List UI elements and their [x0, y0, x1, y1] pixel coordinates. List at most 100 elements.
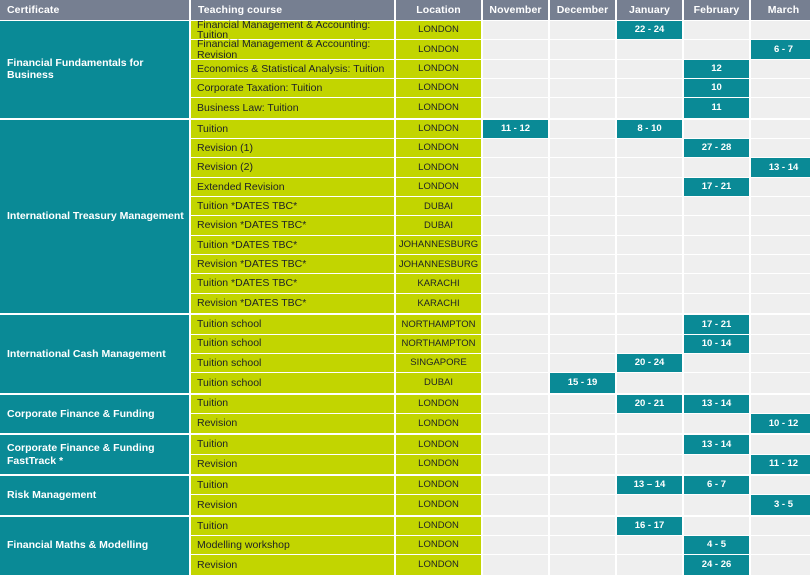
- column-header-location: Location: [396, 0, 481, 20]
- empty-cell-december: [550, 255, 615, 274]
- empty-cell-november: [483, 139, 548, 158]
- table-row: Financial Management & Accounting: Revis…: [191, 39, 810, 60]
- date-cell-january: 8 - 10: [617, 119, 682, 139]
- empty-cell-march: [751, 177, 810, 197]
- empty-cell-january: [617, 315, 682, 334]
- empty-cell-march: [751, 216, 810, 235]
- empty-cell-march: [751, 79, 810, 98]
- empty-cell-november: [483, 475, 548, 495]
- course-schedule-table: Certificate Teaching course Location Nov…: [0, 0, 810, 575]
- location-cell: NORTHAMPTON: [396, 334, 481, 353]
- course-name-cell: Extended Revision: [191, 177, 394, 197]
- location-cell: KARACHI: [396, 293, 481, 314]
- empty-cell-march: [751, 373, 810, 393]
- location-cell: LONDON: [396, 516, 481, 535]
- table-row: Tuition school DUBAI 15 - 19: [191, 373, 810, 393]
- course-name-cell: Business Law: Tuition: [191, 98, 394, 118]
- empty-cell-january: [617, 139, 682, 158]
- date-cell-march: 11 - 12: [751, 454, 810, 474]
- location-cell: LONDON: [396, 394, 481, 413]
- date-cell-february: 12: [684, 59, 749, 79]
- location-cell: LONDON: [396, 139, 481, 158]
- empty-cell-december: [550, 98, 615, 118]
- table-row: Tuition *DATES TBC* KARACHI: [191, 274, 810, 293]
- empty-cell-november: [483, 535, 548, 555]
- empty-cell-february: [684, 197, 749, 216]
- empty-cell-january: [617, 454, 682, 474]
- table-row: Corporate Taxation: Tuition LONDON 10: [191, 79, 810, 98]
- course-rows: Tuition LONDON 20 - 21 13 - 14 Revision LONDO…: [191, 394, 810, 434]
- empty-cell-november: [483, 40, 548, 59]
- empty-cell-january: [617, 40, 682, 59]
- course-rows: Financial Management & Accounting: Tuiti…: [191, 19, 810, 118]
- column-header-february: February: [684, 0, 749, 20]
- course-rows: Tuition LONDON 16 - 17 Modelling workshop LO…: [191, 516, 810, 575]
- empty-cell-december: [550, 21, 615, 40]
- empty-cell-november: [483, 158, 548, 177]
- empty-cell-november: [483, 293, 548, 314]
- empty-cell-november: [483, 79, 548, 98]
- date-cell-march: 13 - 14: [751, 158, 810, 177]
- certificate-name-cell: Risk Management: [0, 475, 189, 515]
- table-row: Extended Revision LONDON 17 - 21: [191, 177, 810, 197]
- column-header-january: January: [617, 0, 682, 20]
- table-row: Revision LONDON 3 - 5: [191, 495, 810, 515]
- date-cell-february: 10: [684, 79, 749, 98]
- empty-cell-december: [550, 535, 615, 555]
- empty-cell-november: [483, 21, 548, 40]
- empty-cell-december: [550, 158, 615, 177]
- location-cell: NORTHAMPTON: [396, 315, 481, 334]
- empty-cell-february: [684, 413, 749, 434]
- empty-cell-february: [684, 373, 749, 393]
- course-rows: Tuition school NORTHAMPTON 17 - 21 Tuition …: [191, 315, 810, 393]
- date-cell-january: 20 - 21: [617, 394, 682, 413]
- empty-cell-january: [617, 495, 682, 515]
- course-name-cell: Tuition: [191, 119, 394, 139]
- table-row: Modelling workshop LONDON 4 - 5: [191, 535, 810, 555]
- empty-cell-january: [617, 216, 682, 235]
- empty-cell-march: [751, 274, 810, 293]
- empty-cell-november: [483, 555, 548, 575]
- empty-cell-january: [617, 255, 682, 274]
- empty-cell-march: [751, 98, 810, 118]
- course-name-cell: Revision (2): [191, 158, 394, 177]
- location-cell: DUBAI: [396, 197, 481, 216]
- location-cell: LONDON: [396, 177, 481, 197]
- table-row: Revision *DATES TBC* KARACHI: [191, 293, 810, 314]
- empty-cell-march: [751, 555, 810, 575]
- date-cell-december: 15 - 19: [550, 373, 615, 393]
- date-cell-march: 10 - 12: [751, 413, 810, 434]
- empty-cell-december: [550, 119, 615, 139]
- certificate-group: Financial Maths & Modelling Tuition LONDON…: [0, 514, 810, 575]
- empty-cell-december: [550, 235, 615, 255]
- empty-cell-march: [751, 315, 810, 334]
- column-header-march: March: [751, 0, 810, 20]
- empty-cell-december: [550, 216, 615, 235]
- date-cell-january: 16 - 17: [617, 516, 682, 535]
- empty-cell-november: [483, 315, 548, 334]
- course-name-cell: Revision *DATES TBC*: [191, 255, 394, 274]
- empty-cell-march: [751, 435, 810, 454]
- empty-cell-march: [751, 535, 810, 555]
- course-name-cell: Revision: [191, 555, 394, 575]
- empty-cell-january: [617, 555, 682, 575]
- location-cell: LONDON: [396, 79, 481, 98]
- table-row: Tuition *DATES TBC* JOHANNESBURG: [191, 235, 810, 255]
- date-cell-february: 10 - 14: [684, 334, 749, 353]
- table-row: Business Law: Tuition LONDON 11: [191, 98, 810, 118]
- empty-cell-december: [550, 197, 615, 216]
- course-rows: Tuition LONDON 13 - 14 Revision LONDON 11 - 1…: [191, 435, 810, 474]
- empty-cell-january: [617, 197, 682, 216]
- course-name-cell: Economics & Statistical Analysis: Tuitio…: [191, 59, 394, 79]
- course-name-cell: Tuition school: [191, 315, 394, 334]
- date-cell-february: 24 - 26: [684, 555, 749, 575]
- course-name-cell: Revision (1): [191, 139, 394, 158]
- empty-cell-february: [684, 454, 749, 474]
- column-header-course: Teaching course: [191, 0, 394, 20]
- course-name-cell: Revision: [191, 454, 394, 474]
- empty-cell-march: [751, 353, 810, 373]
- empty-cell-february: [684, 21, 749, 40]
- table-row: Revision LONDON 24 - 26: [191, 555, 810, 575]
- empty-cell-december: [550, 177, 615, 197]
- empty-cell-november: [483, 394, 548, 413]
